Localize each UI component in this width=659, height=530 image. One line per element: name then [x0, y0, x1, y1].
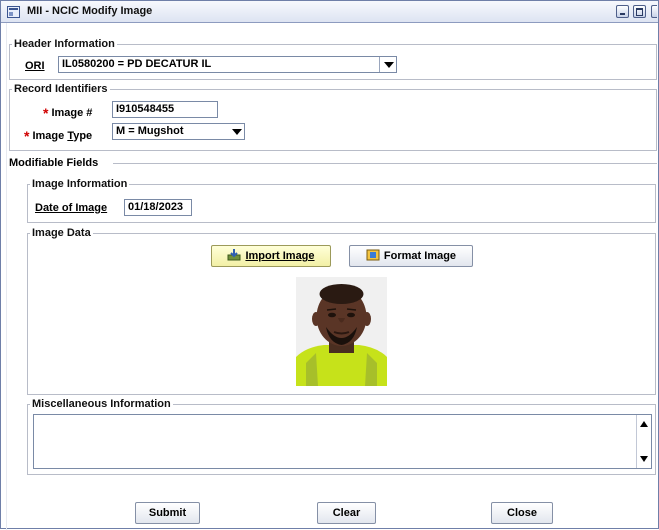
required-marker: * — [24, 128, 30, 144]
clear-button[interactable]: Clear — [317, 502, 376, 524]
submit-button[interactable]: Submit — [135, 502, 200, 524]
import-icon — [227, 249, 241, 261]
format-image-label: Format Image — [383, 250, 457, 262]
modifiable-fields-rule — [113, 163, 657, 164]
scroll-up-icon[interactable] — [640, 421, 648, 427]
import-image-button[interactable]: Import Image — [211, 245, 331, 267]
image-type-selected-value: M = Mugshot — [116, 125, 184, 137]
scroll-down-icon[interactable] — [640, 456, 648, 462]
ori-label: ORI — [25, 60, 45, 72]
misc-scrollbar[interactable] — [636, 415, 651, 468]
ori-select-divider — [379, 57, 380, 72]
date-of-image-value: 01/18/2023 — [128, 201, 184, 213]
image-information-group: Image Information — [27, 178, 656, 223]
miscellaneous-legend: Miscellaneous Information — [32, 398, 171, 410]
image-data-legend: Image Data — [32, 227, 91, 239]
image-type-label-pre: Image — [32, 130, 68, 142]
left-divider — [6, 23, 7, 530]
date-of-image-label-text: Date of Image — [35, 202, 108, 214]
record-identifiers-group: Record Identifiers — [9, 83, 657, 151]
ori-selected-value: IL0580200 = PD DECATUR IL — [62, 58, 212, 70]
header-information-legend: Header Information — [14, 38, 115, 50]
date-of-image-label: Date of Image — [35, 202, 107, 214]
image-information-legend: Image Information — [32, 178, 128, 190]
import-image-label: Import Image — [245, 250, 315, 262]
close-window-button[interactable] — [651, 5, 657, 18]
chevron-down-icon[interactable] — [232, 129, 242, 135]
close-button[interactable]: Close — [491, 502, 553, 524]
image-number-label-text: Image # — [51, 107, 93, 119]
image-number-field[interactable]: I910548455 — [112, 101, 218, 118]
miscellaneous-textarea[interactable] — [33, 414, 652, 469]
modify-image-window: MII - NCIC Modify Image Header Informati… — [0, 0, 659, 530]
image-type-select[interactable]: M = Mugshot — [112, 123, 245, 140]
image-type-label-post: ype — [73, 130, 93, 142]
image-number-label: * Image # — [43, 103, 93, 121]
modifiable-fields-legend: Modifiable Fields — [9, 157, 99, 169]
image-number-value: I910548455 — [116, 103, 175, 115]
window-title: MII - NCIC Modify Image — [27, 5, 153, 17]
record-identifiers-legend: Record Identifiers — [14, 83, 108, 95]
mugshot-image — [296, 277, 387, 386]
title-bar[interactable]: MII - NCIC Modify Image — [1, 1, 658, 23]
mugshot-photo — [296, 277, 387, 386]
image-type-label: * Image Type — [24, 126, 93, 144]
window-icon[interactable] — [7, 6, 20, 18]
format-icon — [366, 249, 380, 261]
chevron-down-icon[interactable] — [384, 62, 394, 68]
format-image-button[interactable]: Format Image — [349, 245, 473, 267]
required-marker: * — [43, 105, 49, 121]
date-of-image-field[interactable]: 01/18/2023 — [124, 199, 192, 216]
ori-select[interactable]: IL0580200 = PD DECATUR IL — [58, 56, 397, 73]
minimize-button[interactable] — [616, 5, 629, 18]
maximize-button[interactable] — [633, 5, 646, 18]
